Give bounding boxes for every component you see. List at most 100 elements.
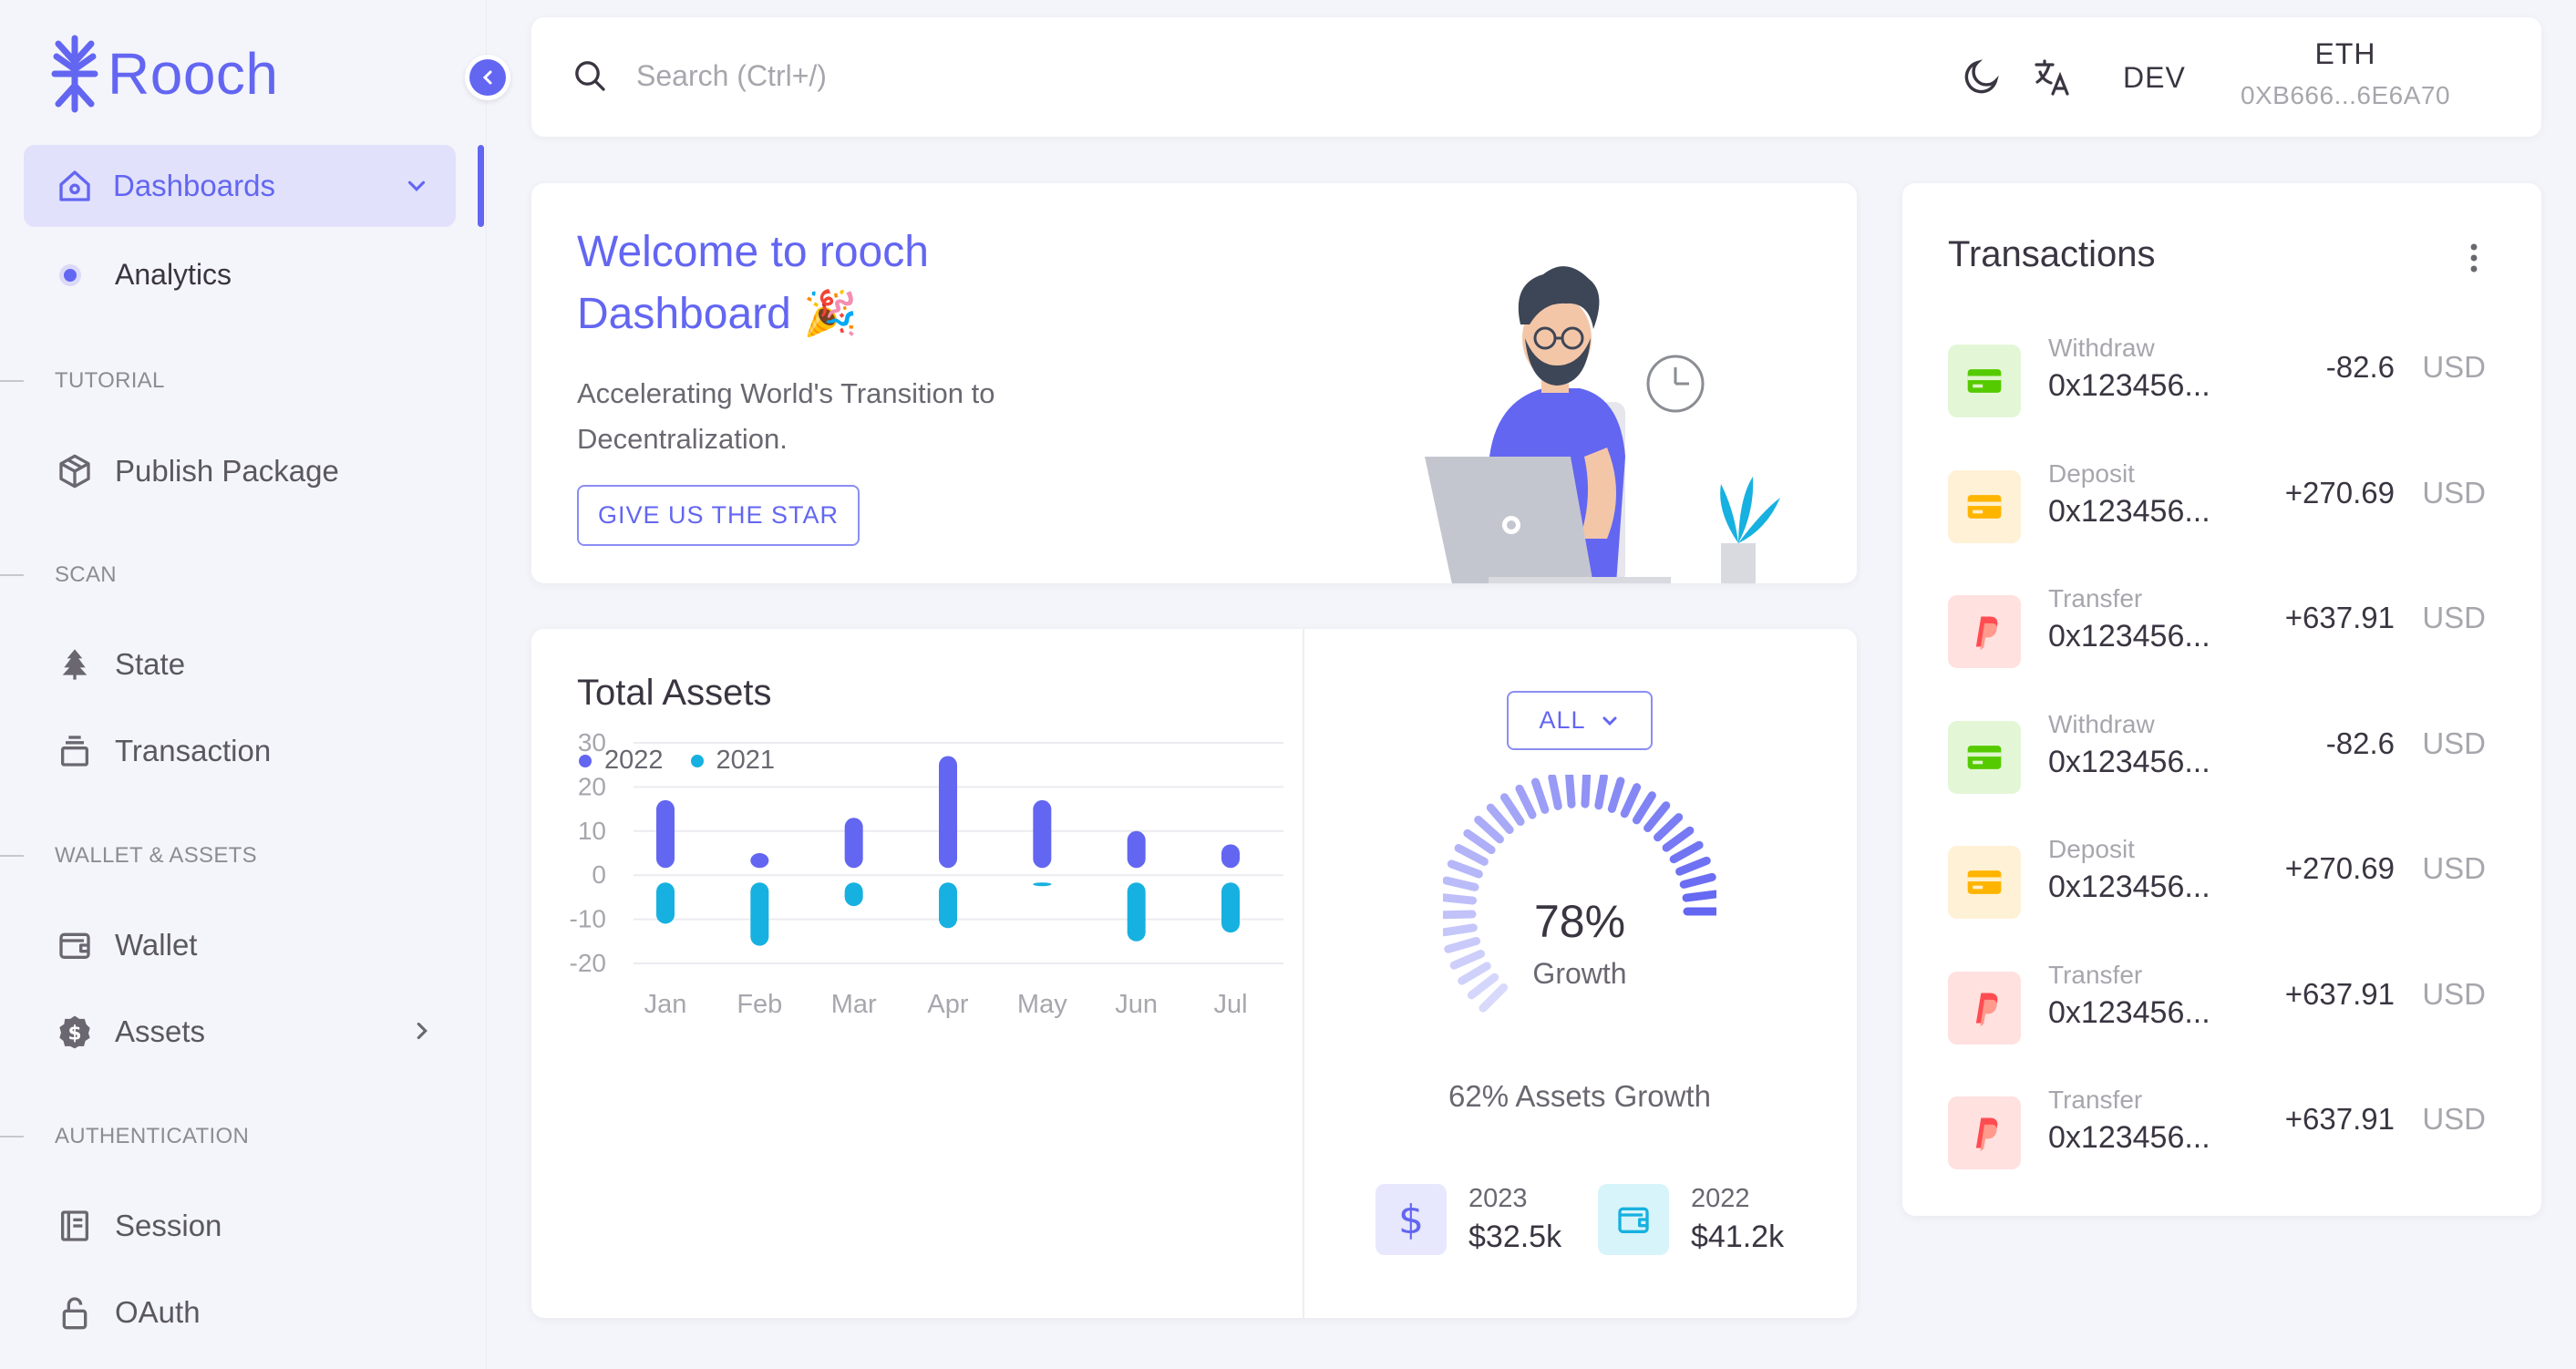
wallet-icon (55, 925, 95, 965)
developer-illustration (1425, 266, 1780, 583)
y-tick-label: 20 (578, 772, 606, 800)
active-indicator (478, 145, 484, 227)
y-tick-label: 30 (578, 728, 606, 757)
gauge-tick (1515, 784, 1537, 819)
gauge-tick (1581, 775, 1592, 808)
gauge-tick (1443, 876, 1479, 891)
active-dot-icon (64, 268, 77, 282)
bar-2021-jul[interactable] (1221, 882, 1240, 933)
transaction-row[interactable]: Withdraw 0x123456... -82.6 USD (1948, 710, 2513, 801)
sidebar-item-session[interactable]: Session (55, 1206, 222, 1246)
welcome-title: Welcome to rooch Dashboard 🎉 (577, 228, 929, 338)
transaction-currency: USD (2422, 1102, 2486, 1136)
bar-2021-feb[interactable] (750, 882, 769, 946)
transaction-row[interactable]: Transfer 0x123456... +637.91 USD (1948, 1086, 2513, 1177)
card-divider (1303, 629, 1304, 1318)
gauge-tick (1548, 775, 1562, 810)
chevron-right-icon (417, 1022, 428, 1040)
section-label: SCAN (55, 562, 117, 587)
card-icon (1948, 345, 2021, 417)
rooch-logo-icon (51, 35, 98, 113)
sidebar-item-label: Publish Package (115, 454, 339, 488)
transaction-amount: +270.69 (2284, 475, 2395, 510)
card-icon (1948, 846, 2021, 919)
sidebar-item-label: Assets (115, 1014, 206, 1048)
wallet-icon (1598, 1184, 1669, 1255)
paypal-icon (1948, 1096, 2021, 1169)
sidebar-item-state[interactable]: State (55, 644, 185, 684)
sidebar-item-transaction[interactable]: Transaction (55, 731, 271, 771)
sidebar-item-label: Transaction (115, 734, 272, 767)
sidebar-item-dashboards[interactable]: Dashboards (24, 145, 456, 227)
period-filter-dropdown[interactable]: ALL (1507, 691, 1653, 750)
more-vertical-icon[interactable] (2460, 242, 2488, 274)
assets-growth-summary: 62% Assets Growth (1448, 1079, 1711, 1113)
y-tick-label: 0 (592, 860, 606, 889)
sidebar-item-assets[interactable]: $ Assets (55, 1012, 428, 1052)
transaction-row[interactable]: Transfer 0x123456... +637.91 USD (1948, 584, 2513, 675)
sidebar-item-publish-package[interactable]: Publish Package (55, 451, 339, 491)
gauge-tick (1447, 859, 1483, 879)
card-icon (1948, 720, 2021, 794)
transaction-row[interactable]: Withdraw 0x123456... -82.6 USD (1948, 334, 2513, 425)
tree-icon (55, 644, 95, 684)
paypal-icon (1948, 595, 2021, 668)
transaction-row[interactable]: Deposit 0x123456... +270.69 USD (1948, 459, 2513, 551)
gauge-tick (1679, 872, 1716, 889)
bar-2022-mar[interactable] (844, 818, 863, 869)
search-input[interactable]: Search (Ctrl+/) (636, 59, 827, 93)
bar-2021-mar[interactable] (844, 882, 863, 907)
gauge-tick (1607, 777, 1625, 813)
give-star-button[interactable]: GIVE US THE STAR (577, 485, 860, 546)
section-tutorial: TUTORIAL (0, 368, 165, 394)
bar-2021-apr[interactable] (939, 882, 957, 929)
section-divider (0, 1136, 24, 1137)
bar-2022-jan[interactable] (656, 799, 675, 869)
x-tick-label: Apr (927, 990, 968, 1019)
bar-2021-may[interactable] (1033, 882, 1052, 887)
transaction-address: 0x123456... (2048, 744, 2210, 779)
transaction-amount: +270.69 (2284, 851, 2395, 885)
gauge-tick (1675, 856, 1711, 876)
transaction-row[interactable]: Transfer 0x123456... +637.91 USD (1948, 961, 2513, 1052)
brand-logo[interactable]: Rooch (51, 35, 279, 113)
bar-2021-jan[interactable] (656, 882, 675, 924)
bar-2022-may[interactable] (1033, 799, 1052, 869)
chain-label[interactable]: ETH (2209, 37, 2482, 71)
bar-2022-jul[interactable] (1221, 844, 1240, 869)
stat-2023: $ 2023 $32.5k (1376, 1181, 1561, 1258)
gauge-tick (1594, 775, 1608, 810)
layers-icon (55, 731, 95, 771)
total-assets-card: Total Assets 2022 2021 30 20 10 0 -10 -20 Jan F… (531, 629, 1857, 1318)
total-assets-bar-chart: 30 20 10 0 -10 -20 Jan Feb Mar Apr May Jun Jul (570, 728, 1283, 1019)
growth-percent: 78% (1533, 896, 1626, 947)
bar-2022-jun[interactable] (1127, 830, 1146, 869)
transaction-amount: +637.91 (2284, 601, 2395, 634)
wallet-address[interactable]: 0XB666...6E6A70 (2209, 81, 2482, 110)
bar-2022-apr[interactable] (939, 756, 957, 869)
sidebar-item-oauth[interactable]: OAuth (55, 1292, 201, 1333)
welcome-card: Welcome to rooch Dashboard 🎉 Acceleratin… (531, 183, 1857, 583)
translate-icon[interactable] (2031, 56, 2075, 99)
search-icon[interactable] (572, 57, 608, 94)
transaction-currency: USD (2422, 726, 2486, 760)
transaction-currency: USD (2422, 976, 2486, 1011)
sidebar-item-analytics[interactable]: Analytics (64, 258, 232, 292)
transaction-type: Deposit (2048, 835, 2135, 863)
transaction-address: 0x123456... (2048, 994, 2210, 1030)
gauge-tick (1474, 815, 1504, 844)
collapse-sidebar-button[interactable] (465, 55, 510, 100)
bar-2022-feb[interactable] (750, 853, 769, 869)
gauge-tick (1565, 775, 1576, 808)
bar-2021-jun[interactable] (1127, 882, 1146, 942)
gauge-tick (1530, 777, 1550, 814)
card-icon (1948, 469, 2021, 543)
transaction-row[interactable]: Deposit 0x123456... +270.69 USD (1948, 835, 2513, 926)
sidebar-item-wallet[interactable]: Wallet (55, 925, 197, 965)
svg-text:$: $ (67, 1022, 81, 1045)
x-tick-label: Feb (737, 990, 782, 1019)
network-selector[interactable]: DEV (2123, 61, 2186, 95)
dollar-badge-icon: $ (55, 1012, 95, 1052)
moon-icon[interactable] (1961, 56, 2003, 98)
lock-icon (55, 1292, 95, 1333)
